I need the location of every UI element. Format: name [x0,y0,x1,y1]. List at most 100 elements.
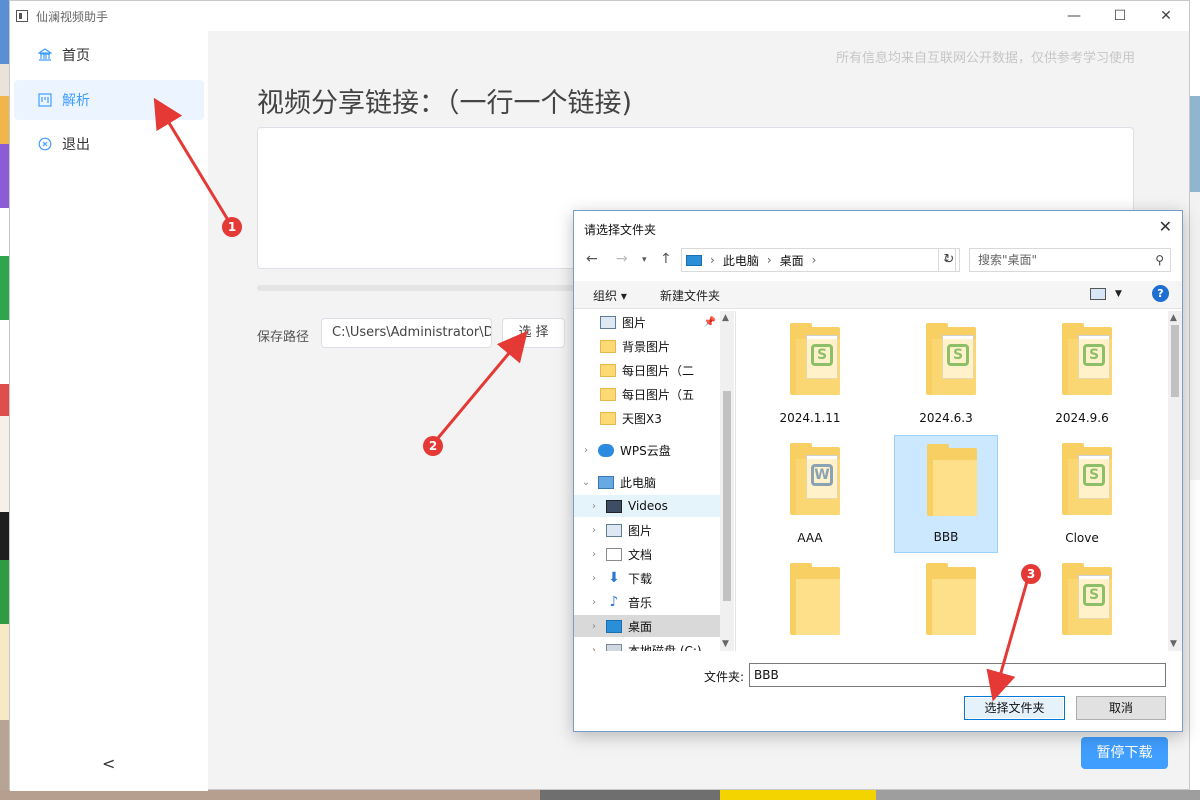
taskbar-strip [0,790,1200,800]
expand-icon[interactable]: › [588,573,600,584]
recent-locations-icon[interactable]: ▾ [642,255,647,265]
file-view-scrollbar[interactable]: ▲ ▼ [1168,311,1182,651]
tree-item[interactable]: ⌄ 此电脑 [574,471,720,493]
music-icon: ♪ [609,593,619,610]
close-circle-icon [38,137,52,151]
collapse-sidebar-button[interactable]: < [102,754,115,773]
sidebar-item-exit[interactable]: 退出 [14,124,204,164]
folder-name-row: 文件夹: BBB [574,663,1182,687]
annotation-badge-3: 3 [1021,564,1041,584]
search-icon: ⚲ [1155,253,1164,267]
maximize-button[interactable]: ☐ [1097,1,1143,31]
scroll-down-icon[interactable]: ▼ [722,639,729,649]
scroll-thumb[interactable] [723,391,731,601]
folder-item[interactable]: S 2024.1.11 [758,315,862,433]
help-icon[interactable]: ? [1152,285,1169,302]
folder-item[interactable]: S 2024.6.3 [894,315,998,433]
tree-item[interactable]: › 图片 [574,519,720,541]
folder-icon: S [790,323,840,395]
breadcrumb-root[interactable]: 此电脑 [723,252,759,269]
folder-item[interactable]: S [1030,555,1134,651]
close-window-button[interactable]: ✕ [1143,1,1189,31]
expand-icon[interactable]: › [588,525,600,536]
desktop-background-right [1190,0,1200,800]
view-options-icon[interactable] [1090,288,1106,300]
expand-icon[interactable]: › [588,501,600,512]
expand-icon[interactable]: › [580,445,592,456]
pictures-icon [600,315,616,329]
up-arrow-icon[interactable]: ↑ [660,251,672,267]
disk-icon [606,643,622,651]
tree-item[interactable]: › ♪ 音乐 [574,591,720,613]
scroll-down-icon[interactable]: ▼ [1170,639,1177,649]
tree-item[interactable]: 每日图片（五 [574,383,720,405]
view-dropdown-icon[interactable]: ▼ [1115,289,1122,299]
folder-icon [600,339,616,353]
tree-item[interactable]: 每日图片（二 [574,359,720,381]
choose-path-button[interactable]: 选择 [502,318,565,348]
pictures-icon [606,523,622,537]
scroll-up-icon[interactable]: ▲ [722,313,729,323]
sidebar-item-label: 首页 [62,48,90,64]
tree-item[interactable]: › 桌面 [574,615,720,637]
tree-item[interactable]: › Videos [574,495,720,517]
sidebar-item-home[interactable]: 首页 [14,35,204,75]
pause-download-button[interactable]: 暂停下载 [1081,737,1168,769]
select-folder-button[interactable]: 选择文件夹 [964,696,1065,720]
expand-icon[interactable]: › [588,621,600,632]
folder-name-input[interactable]: BBB [749,663,1166,687]
minimize-button[interactable]: — [1051,1,1097,31]
expand-icon[interactable]: › [588,597,600,608]
folder-icon [926,563,976,635]
save-path-label: 保存路径 [257,330,310,345]
collapse-icon[interactable]: ⌄ [580,477,592,488]
folder-icon [600,411,616,425]
search-input[interactable]: 搜索"桌面" ⚲ [969,248,1171,272]
breadcrumb-current[interactable]: 桌面 [780,252,804,269]
window-title: 仙澜视频助手 [36,9,109,24]
annotation-badge-1: 1 [222,217,242,237]
folder-item[interactable]: S Clove [1030,435,1134,553]
tree-item[interactable]: 图片 📌 [574,311,720,333]
folder-icon: S [1062,443,1112,515]
folder-item-selected[interactable]: BBB [894,435,998,553]
folder-item[interactable]: W AAA [758,435,862,553]
bank-icon [38,48,52,62]
folder-name-label: 文件夹: [704,670,745,684]
sidebar-item-label: 退出 [62,137,90,153]
address-bar[interactable]: › 此电脑 › 桌面 › ⌄ [681,248,956,272]
tree-item[interactable]: › 本地磁盘 (C:) [574,639,720,651]
back-arrow-icon[interactable]: ← [586,251,598,267]
folder-item[interactable]: S 2024.9.6 [1030,315,1134,433]
folder-icon [927,444,977,516]
download-icon: ⬇ [608,569,620,586]
navigation-scrollbar[interactable]: ▲ ▼ [720,311,734,651]
title-bar: 仙澜视频助手 — ☐ ✕ [10,1,1189,31]
tree-item[interactable]: › WPS云盘 [574,439,720,461]
tree-item[interactable]: › ⬇ 下载 [574,567,720,589]
save-path-input[interactable]: C:\Users\Administrator\De [321,318,492,348]
expand-icon[interactable]: › [588,645,600,652]
folder-icon: S [1062,323,1112,395]
tree-item[interactable]: › 文档 [574,543,720,565]
folder-item[interactable] [894,555,998,651]
sidebar-item-parse[interactable]: 解析 [14,80,204,120]
forward-arrow-icon[interactable]: → [616,251,628,267]
tree-item[interactable]: 天图X3 [574,407,720,429]
dialog-close-button[interactable]: ✕ [1159,217,1172,236]
scroll-thumb[interactable] [1171,325,1179,397]
dialog-title: 请选择文件夹 [584,223,657,237]
desktop-icon [606,619,622,633]
refresh-icon[interactable]: ↻ [938,248,960,272]
folder-item[interactable] [758,555,862,651]
cancel-button[interactable]: 取消 [1076,696,1166,720]
organize-menu[interactable]: 组织 ▾ [593,287,627,304]
folder-icon: S [1062,563,1112,635]
expand-icon[interactable]: › [588,549,600,560]
tree-item[interactable]: 背景图片 [574,335,720,357]
address-row: ← → ▾ ↑ › 此电脑 › 桌面 › ⌄ ↻ 搜索"桌面" ⚲ [574,247,1182,273]
new-folder-button[interactable]: 新建文件夹 [660,287,720,304]
pin-icon: 📌 [703,316,716,328]
folder-icon: W [790,443,840,515]
scroll-up-icon[interactable]: ▲ [1170,313,1177,323]
